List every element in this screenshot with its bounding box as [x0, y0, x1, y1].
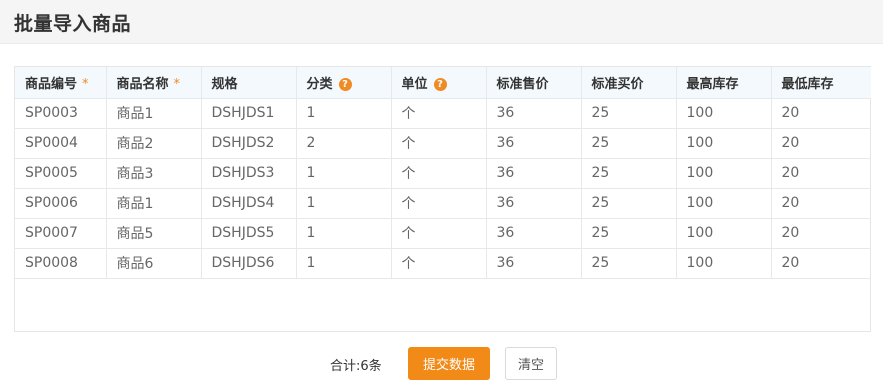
- column-header-label: 标准买价: [591, 76, 644, 92]
- table-cell: 100: [676, 158, 772, 189]
- import-table: 商品编号 * 商品名称 * 规格 分类? 单位? 标准售价 标准买价 最高库存 最低库存 SP000…: [15, 67, 871, 279]
- table-cell: 100: [676, 218, 772, 249]
- table-cell: 个: [391, 188, 487, 219]
- table-cell: 个: [391, 128, 487, 159]
- table-cell: 1: [296, 188, 392, 219]
- table-cell: SP0007: [15, 218, 107, 249]
- table-cell: 100: [676, 98, 772, 129]
- table-row: SP0008 商品6 DSHJDS6 1 个 36 25 100 20: [15, 248, 871, 279]
- table-cell: 25: [581, 128, 677, 159]
- required-mark: *: [173, 76, 181, 92]
- table-cell: 20: [771, 218, 871, 249]
- column-header-label: 商品名称: [116, 76, 169, 92]
- page-title: 批量导入商品: [14, 13, 132, 35]
- table-cell: 商品3: [106, 158, 202, 189]
- table-cell: 个: [391, 248, 487, 279]
- table-cell: 25: [581, 98, 677, 129]
- table-row: SP0006 商品1 DSHJDS4 1 个 36 25 100 20: [15, 188, 871, 219]
- table-cell: 商品5: [106, 218, 202, 249]
- table-cell: 100: [676, 188, 772, 219]
- clear-button[interactable]: 清空: [505, 347, 557, 380]
- table-cell: SP0006: [15, 188, 107, 219]
- column-header-label: 最高库存: [686, 76, 739, 92]
- table-cell: 个: [391, 158, 487, 189]
- help-icon[interactable]: ?: [338, 77, 352, 91]
- help-icon[interactable]: ?: [433, 77, 447, 91]
- table-cell: 商品2: [106, 128, 202, 159]
- column-header: 标准售价: [486, 67, 582, 99]
- table-cell: SP0005: [15, 158, 107, 189]
- required-mark: *: [82, 76, 89, 92]
- table-cell: 1: [296, 218, 392, 249]
- table-header-row: 商品编号 * 商品名称 * 规格 分类? 单位? 标准售价 标准买价 最高库存 最低库存: [15, 67, 871, 99]
- column-header-label: 最低库存: [781, 76, 834, 92]
- column-header: 商品编号 *: [15, 67, 107, 99]
- table-cell: 个: [391, 98, 487, 129]
- column-header: 单位?: [391, 67, 487, 99]
- table-cell: 20: [771, 128, 871, 159]
- table-cell: 1: [296, 248, 392, 279]
- table-cell: 个: [391, 218, 487, 249]
- table-cell: DSHJDS6: [201, 248, 297, 279]
- table-cell: 商品6: [106, 248, 202, 279]
- import-table-panel: 商品编号 * 商品名称 * 规格 分类? 单位? 标准售价 标准买价 最高库存 最低库存 SP000…: [14, 66, 871, 332]
- table-cell: 100: [676, 128, 772, 159]
- table-cell: 商品1: [106, 188, 202, 219]
- table-row: SP0007 商品5 DSHJDS5 1 个 36 25 100 20: [15, 218, 871, 249]
- table-cell: 1: [296, 98, 392, 129]
- table-cell: 36: [486, 98, 582, 129]
- column-header: 最高库存: [676, 67, 772, 99]
- column-header-label: 商品编号: [25, 76, 78, 92]
- table-cell: 20: [771, 248, 871, 279]
- table-cell: 36: [486, 128, 582, 159]
- table-cell: SP0003: [15, 98, 107, 129]
- table-cell: 100: [676, 248, 772, 279]
- table-cell: DSHJDS2: [201, 128, 297, 159]
- table-cell: 25: [581, 188, 677, 219]
- column-header-label: 标准售价: [496, 76, 549, 92]
- table-cell: SP0004: [15, 128, 107, 159]
- column-header: 分类?: [296, 67, 392, 99]
- table-cell: DSHJDS4: [201, 188, 297, 219]
- table-cell: 商品1: [106, 98, 202, 129]
- table-row: SP0005 商品3 DSHJDS3 1 个 36 25 100 20: [15, 158, 871, 189]
- table-cell: DSHJDS5: [201, 218, 297, 249]
- table-cell: 20: [771, 98, 871, 129]
- table-cell: SP0008: [15, 248, 107, 279]
- column-header: 商品名称 *: [106, 67, 202, 99]
- table-row: SP0004 商品2 DSHJDS2 2 个 36 25 100 20: [15, 128, 871, 159]
- table-cell: 25: [581, 218, 677, 249]
- table-body: SP0003 商品1 DSHJDS1 1 个 36 25 100 20 SP0004 商品2 DSHJ…: [15, 98, 871, 279]
- table-cell: 25: [581, 248, 677, 279]
- table-cell: DSHJDS1: [201, 98, 297, 129]
- table-cell: 36: [486, 158, 582, 189]
- total-count-label: 合计:6条: [330, 359, 382, 374]
- table-cell: 20: [771, 158, 871, 189]
- submit-data-button[interactable]: 提交数据: [408, 347, 490, 380]
- column-header-label: 分类: [306, 76, 333, 92]
- table-cell: 36: [486, 188, 582, 219]
- table-cell: 20: [771, 188, 871, 219]
- column-header-label: 单位: [401, 76, 428, 92]
- page-header: 批量导入商品: [0, 0, 883, 44]
- table-cell: 2: [296, 128, 392, 159]
- table-cell: 25: [581, 158, 677, 189]
- table-cell: 36: [486, 248, 582, 279]
- column-header: 标准买价: [581, 67, 677, 99]
- table-cell: 1: [296, 158, 392, 189]
- column-header-label: 规格: [211, 76, 238, 92]
- column-header: 最低库存: [771, 67, 871, 99]
- table-cell: DSHJDS3: [201, 158, 297, 189]
- table-row: SP0003 商品1 DSHJDS1 1 个 36 25 100 20: [15, 98, 871, 129]
- table-cell: 36: [486, 218, 582, 249]
- column-header: 规格: [201, 67, 297, 99]
